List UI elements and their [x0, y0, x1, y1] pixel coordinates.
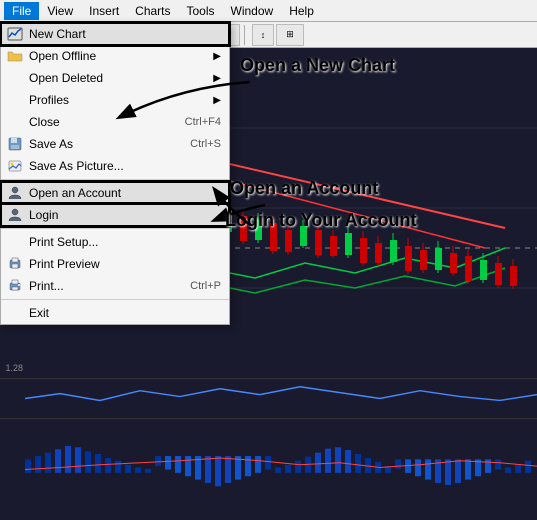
print-label: Print...	[29, 279, 64, 293]
y-label-bot: 1.28	[0, 363, 25, 373]
menu-tools[interactable]: Tools	[179, 2, 223, 20]
menu-help[interactable]: Help	[281, 2, 322, 20]
account-icon	[5, 185, 25, 201]
menu-window[interactable]: Window	[223, 2, 282, 20]
menu-save-as[interactable]: Save As Ctrl+S	[1, 133, 229, 155]
menu-file[interactable]: File	[4, 2, 39, 20]
menu-open-offline[interactable]: Open Offline ▶	[1, 45, 229, 67]
toolbar-btn-10[interactable]: ⊞	[276, 24, 304, 46]
macd-svg	[0, 419, 537, 520]
rsi-svg	[0, 379, 537, 418]
login-label: Login	[29, 208, 58, 222]
separator-2	[1, 228, 229, 229]
print-prev-icon	[5, 256, 25, 272]
profiles-arrow: ▶	[213, 95, 221, 106]
save-icon	[5, 136, 25, 152]
dropdown-menu: New Chart Open Offline ▶ Open Deleted ▶ …	[0, 22, 230, 325]
toolbar-sep-3	[244, 25, 248, 45]
save-as-shortcut: Ctrl+S	[190, 138, 221, 150]
menu-open-account[interactable]: Open an Account	[1, 182, 229, 204]
print-preview-label: Print Preview	[29, 257, 100, 271]
menu-print[interactable]: Print... Ctrl+P	[1, 275, 229, 297]
print-icon	[5, 278, 25, 294]
separator-1	[1, 179, 229, 180]
menu-view[interactable]: View	[39, 2, 81, 20]
menu-exit[interactable]: Exit	[1, 302, 229, 324]
new-chart-icon	[5, 26, 25, 42]
menu-open-deleted[interactable]: Open Deleted ▶	[1, 67, 229, 89]
separator-3	[1, 299, 229, 300]
open-offline-arrow: ▶	[213, 51, 221, 62]
menu-save-as-picture[interactable]: Save As Picture...	[1, 155, 229, 177]
menu-login[interactable]: Login	[1, 204, 229, 226]
menu-charts[interactable]: Charts	[127, 2, 178, 20]
menu-new-chart[interactable]: New Chart	[1, 23, 229, 45]
menu-print-preview[interactable]: Print Preview	[1, 253, 229, 275]
save-as-label: Save As	[29, 137, 73, 151]
new-chart-label: New Chart	[29, 27, 86, 41]
print-shortcut: Ctrl+P	[190, 280, 221, 292]
toolbar-btn-9[interactable]: ↕	[252, 24, 274, 46]
menu-close[interactable]: Close Ctrl+F4	[1, 111, 229, 133]
print-setup-label: Print Setup...	[29, 235, 98, 249]
exit-label: Exit	[29, 306, 49, 320]
open-account-label: Open an Account	[29, 186, 121, 200]
open-deleted-arrow: ▶	[213, 73, 221, 84]
menu-insert[interactable]: Insert	[81, 2, 127, 20]
open-offline-label: Open Offline	[29, 49, 96, 63]
open-deleted-label: Open Deleted	[29, 71, 103, 85]
close-label: Close	[29, 115, 60, 129]
close-shortcut: Ctrl+F4	[185, 116, 221, 128]
folder-icon	[5, 48, 25, 64]
profiles-label: Profiles	[29, 93, 69, 107]
macd-area: MACD(12,26,9) -0.0272 0.0056	[0, 418, 537, 520]
login-icon	[5, 207, 25, 223]
rsi-area: RS	[0, 378, 537, 418]
menu-profiles[interactable]: Profiles ▶	[1, 89, 229, 111]
save-as-picture-label: Save As Picture...	[29, 159, 124, 173]
menubar: File View Insert Charts Tools Window Hel…	[0, 0, 537, 22]
menu-print-setup[interactable]: Print Setup...	[1, 231, 229, 253]
save-pic-icon	[5, 158, 25, 174]
